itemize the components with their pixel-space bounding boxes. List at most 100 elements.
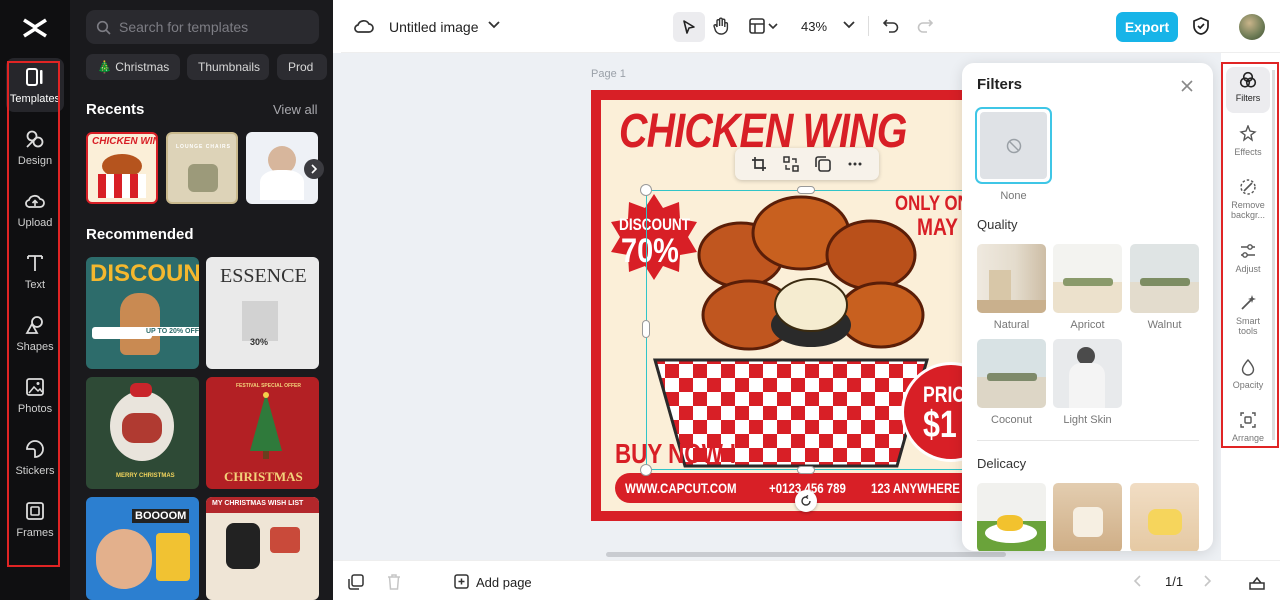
face-graphic xyxy=(96,529,152,589)
add-page-button[interactable]: Add page xyxy=(454,574,532,590)
capcut-logo[interactable] xyxy=(20,14,50,42)
zoom-level[interactable]: 43% xyxy=(801,19,827,34)
cloud-sync-icon[interactable] xyxy=(354,17,374,35)
bottom-bar: Add page 1/1 xyxy=(333,560,1280,600)
filters-title: Filters xyxy=(977,76,1023,93)
view-all-link[interactable]: View all xyxy=(273,102,318,117)
undo-icon[interactable] xyxy=(883,17,899,33)
preview-palms xyxy=(987,373,1037,381)
product-graphic xyxy=(242,301,278,341)
filter-delicacy-1[interactable] xyxy=(977,483,1046,551)
avatar[interactable] xyxy=(1239,14,1265,40)
recommended-template-6[interactable]: MY CHRISTMAS WISH LIST xyxy=(206,497,319,600)
redo-icon[interactable] xyxy=(917,17,933,33)
preview-palms xyxy=(1063,278,1113,286)
recommended-template-sub: UP TO 20% OFF xyxy=(144,327,199,336)
filter-none[interactable] xyxy=(975,107,1052,184)
recents-next-button[interactable] xyxy=(304,159,324,179)
horizontal-scrollbar[interactable] xyxy=(606,552,1006,557)
family-graphic xyxy=(122,413,162,443)
duplicate-icon[interactable] xyxy=(815,156,831,172)
recent-template-2[interactable]: LOUNGE CHAIRS xyxy=(166,132,238,204)
resize-handle[interactable] xyxy=(797,466,815,474)
filter-walnut[interactable]: Walnut xyxy=(1130,244,1199,331)
gift-graphic xyxy=(270,527,300,553)
filter-preview xyxy=(1130,483,1199,551)
document-title[interactable]: Untitled image xyxy=(389,19,479,35)
poster-website: WWW.CAPCUT.COM xyxy=(625,480,737,496)
recommended-template-sub: 30% xyxy=(250,337,269,347)
chip-product[interactable]: Prod xyxy=(277,54,327,80)
filter-apricot[interactable]: Apricot xyxy=(1053,244,1122,331)
filter-label: Light Skin xyxy=(1063,414,1112,426)
filter-light-skin[interactable]: Light Skin xyxy=(1053,339,1122,426)
filter-preview xyxy=(1053,339,1122,408)
preview-frame xyxy=(989,270,1011,300)
export-button[interactable]: Export xyxy=(1116,12,1178,42)
top-bar: Untitled image 43% Export xyxy=(341,0,1280,53)
close-icon xyxy=(1181,80,1193,92)
filter-delicacy-2[interactable] xyxy=(1053,483,1122,551)
hand-tool-icon[interactable] xyxy=(711,16,731,36)
recommended-title: Recommended xyxy=(86,226,194,243)
filter-label: Walnut xyxy=(1147,319,1182,331)
recommended-template-3[interactable]: MERRY CHRISTMAS xyxy=(86,377,199,489)
selection-box[interactable] xyxy=(646,190,971,470)
crop-icon[interactable] xyxy=(751,156,767,172)
close-button[interactable] xyxy=(1181,76,1193,97)
filter-preview xyxy=(1053,483,1122,551)
resize-handle[interactable] xyxy=(642,320,650,338)
recommended-template-5[interactable]: BOOOOM xyxy=(86,497,199,600)
recommended-template-4[interactable]: FESTIVAL SPECIAL OFFER CHRISTMAS xyxy=(206,377,319,489)
recommended-template-text: MERRY CHRISTMAS xyxy=(116,473,175,479)
search-placeholder: Search for templates xyxy=(119,19,249,35)
page-count: 1/1 xyxy=(1165,574,1184,589)
previous-page-icon[interactable] xyxy=(1133,575,1141,587)
recommended-template-text: ESSENCE xyxy=(220,265,307,287)
chip-thumbnails[interactable]: Thumbnails xyxy=(187,54,269,80)
replace-icon[interactable] xyxy=(783,156,799,172)
filter-label: Natural xyxy=(993,319,1030,331)
chip-christmas[interactable]: 🎄 Christmas xyxy=(86,54,181,80)
recommended-template-text: BOOOOM xyxy=(132,509,190,523)
quality-title: Quality xyxy=(977,217,1018,232)
resize-handle[interactable] xyxy=(797,186,815,194)
resize-handle[interactable] xyxy=(640,184,652,196)
portrait-body xyxy=(260,170,304,200)
next-page-icon[interactable] xyxy=(1204,575,1212,587)
filter-none-swatch xyxy=(980,112,1047,179)
offer-tag xyxy=(92,327,152,339)
cursor-icon xyxy=(683,20,695,34)
chevron-down-icon[interactable] xyxy=(488,21,500,29)
recommended-template-2[interactable]: ESSENCE 30% xyxy=(206,257,319,369)
preview-body xyxy=(1069,363,1105,408)
rotate-handle[interactable] xyxy=(795,490,817,512)
filter-preview xyxy=(977,483,1046,551)
page-panel-icon[interactable] xyxy=(1249,574,1265,590)
preview-palms xyxy=(1140,278,1190,286)
zoom-dropdown-icon[interactable] xyxy=(843,21,855,29)
divider xyxy=(868,16,869,36)
filter-natural[interactable]: Natural xyxy=(977,244,1046,331)
filter-delicacy-3[interactable] xyxy=(1130,483,1199,551)
layout-icon[interactable] xyxy=(749,17,779,35)
filter-preview xyxy=(1130,244,1199,313)
highlight-box xyxy=(1221,62,1279,448)
recent-template-1[interactable]: CHICKEN WINGS xyxy=(86,132,158,204)
search-icon xyxy=(96,20,111,35)
page-settings-icon[interactable] xyxy=(348,574,364,590)
more-options-icon[interactable] xyxy=(847,156,863,172)
basket-graphic xyxy=(98,174,146,198)
add-page-icon xyxy=(454,574,469,589)
select-tool-button[interactable] xyxy=(673,12,705,42)
delete-page-icon[interactable] xyxy=(387,574,401,590)
shield-icon[interactable] xyxy=(1193,17,1209,35)
jacket-graphic xyxy=(226,523,260,569)
preview-cake xyxy=(997,515,1023,531)
search-input[interactable]: Search for templates xyxy=(86,10,319,44)
recommended-template-1[interactable]: DISCOUNT UP TO 20% OFF xyxy=(86,257,199,369)
templates-panel: Search for templates 🎄 Christmas Thumbna… xyxy=(70,0,333,600)
recommended-template-sub: FESTIVAL SPECIAL OFFER xyxy=(236,383,302,389)
resize-handle[interactable] xyxy=(640,464,652,476)
filter-coconut[interactable]: Coconut xyxy=(977,339,1046,426)
